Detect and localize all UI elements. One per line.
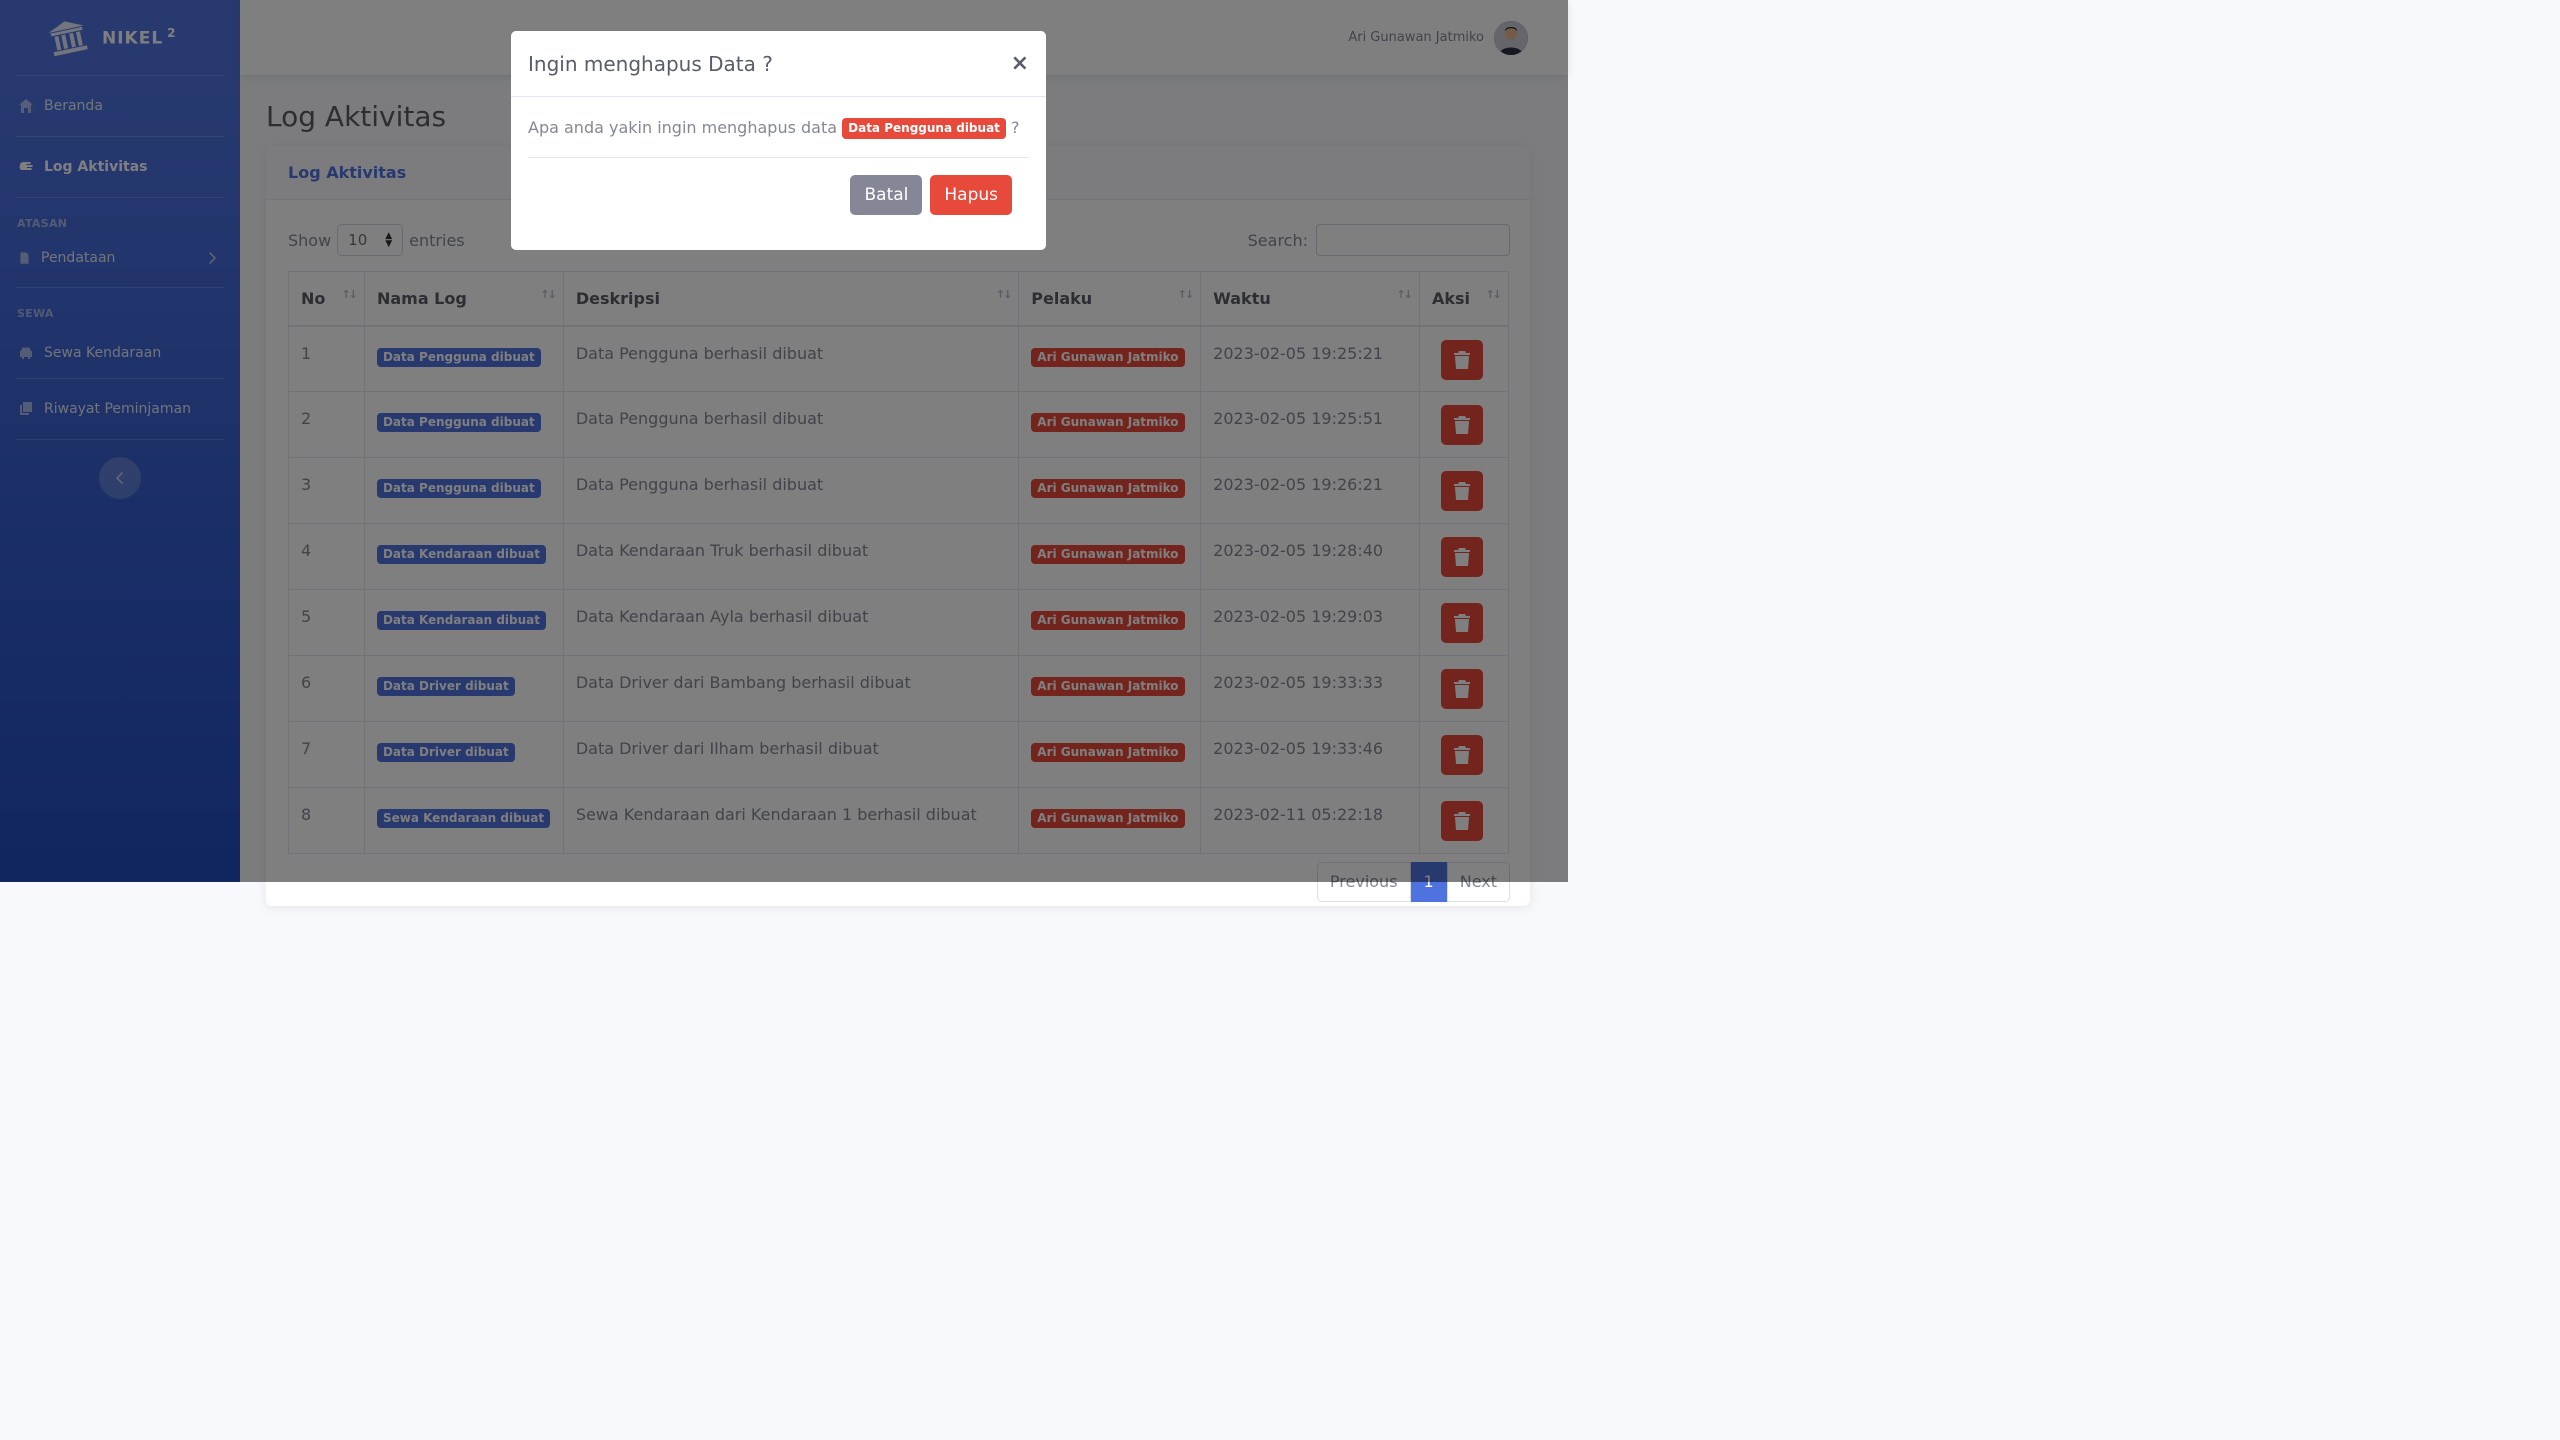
modal-actions: Batal Hapus [850,175,1012,215]
delete-confirm-modal: Ingin menghapus Data ? × Apa anda yakin … [511,31,1046,250]
modal-header: Ingin menghapus Data ? × [511,31,1046,97]
modal-message-suffix: ? [1011,118,1020,137]
close-icon[interactable]: × [1011,52,1029,75]
modal-message: Apa anda yakin ingin menghapus data [528,118,838,137]
confirm-delete-button[interactable]: Hapus [930,175,1012,215]
modal-title: Ingin menghapus Data ? [528,51,773,76]
modal-body: Apa anda yakin ingin menghapus data Data… [511,97,1046,139]
modal-divider [528,157,1029,158]
modal-target-badge: Data Pengguna dibuat [842,118,1006,139]
cancel-button[interactable]: Batal [850,175,923,215]
